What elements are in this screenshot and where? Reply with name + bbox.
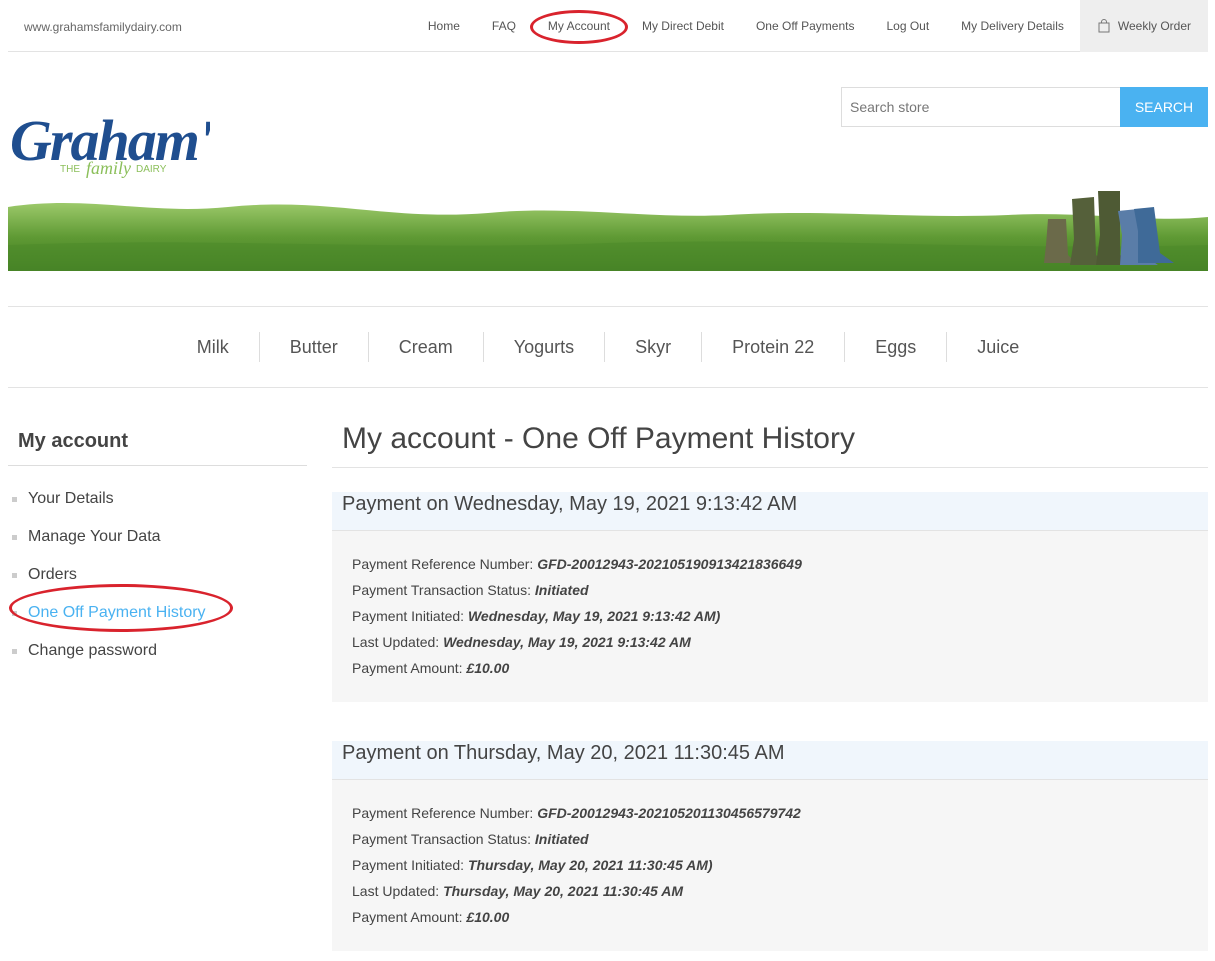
- nav-one-off-payments-link[interactable]: One Off Payments: [740, 0, 871, 52]
- page-title: My account - One Off Payment History: [332, 422, 1208, 468]
- category-yogurts[interactable]: Yogurts: [482, 332, 604, 362]
- shopping-bag-icon: [1098, 19, 1110, 33]
- payment-amount-label: Payment Amount:: [352, 660, 463, 676]
- weekly-order-button[interactable]: Weekly Order: [1079, 0, 1208, 52]
- category-milk[interactable]: Milk: [167, 332, 259, 362]
- payment-status-label: Payment Transaction Status:: [352, 831, 531, 847]
- nav-faq-link[interactable]: FAQ: [476, 0, 532, 52]
- payment-initiated-value: Thursday, May 20, 2021 11:30:45 AM): [467, 857, 713, 873]
- payment-status-value: Initiated: [534, 582, 589, 598]
- svg-text:DAIRY: DAIRY: [136, 164, 167, 175]
- search-bar: Search: [841, 87, 1208, 127]
- payment-updated-label: Last Updated:: [352, 634, 440, 650]
- payment-reference-value: GFD-20012943-20210520113045657974​2: [537, 805, 801, 821]
- svg-text:family: family: [86, 158, 131, 178]
- payment-amount-row: Payment Amount: £10.00: [352, 659, 1188, 685]
- sidebar-item-orders[interactable]: Orders: [8, 556, 307, 594]
- bullet-icon: [12, 610, 17, 616]
- category-skyr[interactable]: Skyr: [604, 332, 701, 362]
- weekly-order-label: Weekly Order: [1117, 19, 1191, 33]
- search-button[interactable]: Search: [1120, 87, 1208, 127]
- category-nav: Milk Butter Cream Yogurts Skyr Protein 2…: [8, 306, 1208, 388]
- nav-home-link[interactable]: Home: [412, 0, 476, 52]
- payment-status-row: Payment Transaction Status: Initiated: [352, 581, 1188, 607]
- top-nav: Home FAQ My Account My Direct Debit One …: [412, 0, 1208, 52]
- payment-card: Payment on Wednesday, May 19, 2021 9:13:…: [332, 492, 1208, 702]
- category-protein-22[interactable]: Protein 22: [701, 332, 844, 362]
- payment-card: Payment on Thursday, May 20, 2021 11:30:…: [332, 741, 1208, 951]
- payment-reference-value: GFD-20012943-20210519091342183664​9: [537, 556, 802, 572]
- payment-reference-label: Payment Reference Number:: [352, 805, 534, 821]
- bullet-icon: [12, 496, 17, 502]
- payment-reference-row: Payment Reference Number: GFD-20012943-2…: [352, 804, 1188, 830]
- payment-amount-row: Payment Amount: £10.00: [352, 908, 1188, 934]
- bullet-icon: [12, 534, 17, 540]
- payment-initiated-row: Payment Initiated: Thursday, May 20, 202…: [352, 856, 1188, 882]
- wellington-boots-icon: [1044, 191, 1174, 265]
- payment-heading: Payment on Thursday, May 20, 2021 11:30:…: [332, 741, 1208, 780]
- nav-delivery-details-link[interactable]: My Delivery Details: [945, 0, 1080, 52]
- sidebar-item-manage-data[interactable]: Manage Your Data: [8, 518, 307, 556]
- search-input[interactable]: [841, 87, 1120, 127]
- payment-initiated-label: Payment Initiated:: [352, 608, 465, 624]
- payment-reference-label: Payment Reference Number:: [352, 556, 534, 572]
- payment-amount-value: £10.00: [466, 909, 510, 925]
- sidebar-item-label: One Off Payment History: [28, 604, 206, 621]
- nav-my-account-link[interactable]: My Account: [532, 0, 626, 52]
- payment-updated-label: Last Updated:: [352, 883, 440, 899]
- category-butter[interactable]: Butter: [258, 332, 368, 362]
- payment-reference-row: Payment Reference Number: GFD-20012943-2…: [352, 555, 1188, 581]
- bullet-icon: [12, 648, 17, 654]
- category-cream[interactable]: Cream: [367, 332, 483, 362]
- sidebar-item-your-details[interactable]: Your Details: [8, 480, 307, 518]
- payment-amount-label: Payment Amount:: [352, 909, 463, 925]
- payment-status-label: Payment Transaction Status:: [352, 582, 531, 598]
- category-juice[interactable]: Juice: [946, 332, 1049, 362]
- payment-status-value: Initiated: [534, 831, 589, 847]
- payment-status-row: Payment Transaction Status: Initiated: [352, 830, 1188, 856]
- payment-amount-value: £10.00: [466, 660, 510, 676]
- sidebar-menu: Your Details Manage Your Data Orders One…: [8, 480, 307, 670]
- payment-details: Payment Reference Number: GFD-20012943-2…: [332, 531, 1208, 705]
- sidebar-item-label: Change password: [28, 642, 157, 659]
- payment-details: Payment Reference Number: GFD-20012943-2…: [332, 780, 1208, 954]
- nav-logout-link[interactable]: Log Out: [870, 0, 945, 52]
- category-eggs[interactable]: Eggs: [844, 332, 946, 362]
- payment-initiated-row: Payment Initiated: Wednesday, May 19, 20…: [352, 607, 1188, 633]
- sidebar-item-label: Your Details: [28, 490, 114, 507]
- site-url[interactable]: www.grahamsfamilydairy.com: [24, 20, 182, 34]
- payment-updated-row: Last Updated: Thursday, May 20, 2021 11:…: [352, 882, 1188, 908]
- payment-initiated-value: Wednesday, May 19, 2021 9:13:42 AM): [467, 608, 721, 624]
- sidebar-item-one-off-payment-history[interactable]: One Off Payment History: [8, 594, 307, 632]
- payment-heading: Payment on Wednesday, May 19, 2021 9:13:…: [332, 492, 1208, 531]
- payment-updated-value: Thursday, May 20, 2021 11:30:45 AM: [443, 883, 683, 899]
- bullet-icon: [12, 572, 17, 578]
- top-bar: www.grahamsfamilydairy.com Home FAQ My A…: [8, 0, 1208, 52]
- payment-initiated-label: Payment Initiated:: [352, 857, 465, 873]
- sidebar-item-label: Orders: [28, 566, 77, 583]
- grass-banner-image: [8, 191, 1208, 271]
- payment-updated-value: Wednesday, May 19, 2021 9:13:42 AM: [443, 634, 691, 650]
- sidebar-title: My account: [8, 420, 307, 466]
- payment-updated-row: Last Updated: Wednesday, May 19, 2021 9:…: [352, 633, 1188, 659]
- grahams-logo[interactable]: Graham's THE family DAIRY: [8, 98, 210, 178]
- nav-direct-debit-link[interactable]: My Direct Debit: [626, 0, 740, 52]
- svg-text:THE: THE: [60, 164, 80, 175]
- sidebar-item-label: Manage Your Data: [28, 528, 161, 545]
- sidebar-item-change-password[interactable]: Change password: [8, 632, 307, 670]
